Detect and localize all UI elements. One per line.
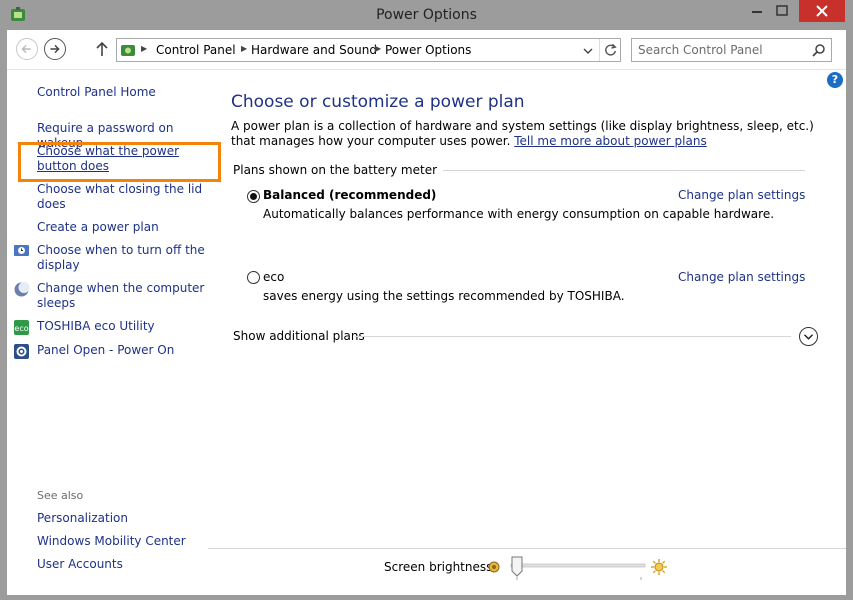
plan-radio-eco[interactable] — [247, 271, 260, 284]
breadcrumb-hardware-and-sound[interactable]: Hardware and Sound — [251, 43, 377, 57]
change-plan-settings-eco-link[interactable]: Change plan settings — [678, 270, 805, 284]
sidebar-link-closing-lid[interactable]: Choose what closing the lid does — [37, 182, 209, 212]
sidebar-link-personalization[interactable]: Personalization — [37, 511, 209, 526]
sidebar-link-user-accounts[interactable]: User Accounts — [37, 557, 209, 572]
search-box[interactable] — [631, 38, 832, 62]
change-plan-settings-balanced-link[interactable]: Change plan settings — [678, 188, 805, 202]
search-input[interactable] — [638, 41, 798, 59]
power-options-window: Power Options ▶ Control Panel ▶ Hardware… — [0, 0, 853, 600]
sidebar-link-create-plan[interactable]: Create a power plan — [37, 220, 209, 235]
sidebar-link-mobility-center[interactable]: Windows Mobility Center — [37, 534, 209, 549]
navigation-bar: ▶ Control Panel ▶ Hardware and Sound ▶ P… — [7, 30, 846, 70]
breadcrumb-separator-icon: ▶ — [141, 44, 148, 53]
chevron-down-icon[interactable] — [581, 44, 595, 58]
address-bar[interactable]: ▶ Control Panel ▶ Hardware and Sound ▶ P… — [116, 38, 621, 62]
gear-icon — [14, 344, 29, 359]
display-timer-icon — [14, 245, 29, 256]
plan-description-balanced: Automatically balances performance with … — [263, 207, 775, 221]
tell-me-more-link[interactable]: Tell me more about power plans — [514, 134, 706, 148]
forward-button[interactable] — [44, 38, 66, 60]
footer-divider — [208, 548, 846, 549]
main-content: Choose or customize a power plan A power… — [215, 70, 846, 595]
refresh-icon[interactable] — [599, 39, 621, 61]
minimize-button[interactable] — [745, 0, 769, 22]
window-client-area: ▶ Control Panel ▶ Hardware and Sound ▶ P… — [7, 30, 846, 595]
plans-group-label: Plans shown on the battery meter — [233, 163, 444, 177]
see-also-heading: See also — [37, 489, 84, 502]
control-panel-icon — [121, 45, 135, 56]
sidebar-link-control-panel-home[interactable]: Control Panel Home — [37, 85, 209, 100]
sidebar-link-toshiba-eco[interactable]: TOSHIBA eco Utility — [37, 319, 209, 334]
breadcrumb-separator-icon[interactable]: ▶ — [375, 44, 381, 53]
search-icon[interactable] — [811, 43, 826, 58]
plan-name-balanced[interactable]: Balanced (recommended) — [263, 188, 436, 202]
breadcrumb-control-panel[interactable]: Control Panel — [156, 43, 236, 57]
toshiba-eco-icon: eco — [14, 320, 29, 335]
brightness-slider[interactable] — [509, 556, 649, 582]
sidebar-link-computer-sleeps[interactable]: Change when the computer sleeps — [37, 281, 209, 311]
breadcrumb-separator-icon[interactable]: ▶ — [241, 44, 247, 53]
plan-description-eco: saves energy using the settings recommen… — [263, 289, 625, 303]
sidebar-link-panel-open[interactable]: Panel Open - Power On — [37, 343, 209, 358]
plan-radio-balanced[interactable] — [247, 190, 260, 203]
up-button[interactable] — [95, 39, 109, 59]
sidebar-link-turn-off-display[interactable]: Choose when to turn off the display — [37, 243, 209, 273]
divider — [355, 336, 791, 337]
window-title: Power Options — [376, 7, 477, 23]
maximize-button[interactable] — [769, 0, 795, 22]
chevron-down-icon[interactable] — [799, 327, 818, 346]
sidebar: Control Panel Home Require a password on… — [7, 70, 221, 595]
close-button[interactable] — [799, 0, 845, 22]
sidebar-link-power-button[interactable]: Choose what the power button does — [37, 144, 209, 174]
plan-name-eco[interactable]: eco — [263, 270, 284, 284]
bright-sun-icon — [651, 559, 667, 575]
page-title: Choose or customize a power plan — [231, 92, 525, 112]
back-button[interactable] — [16, 38, 38, 60]
dim-brightness-icon — [488, 561, 500, 573]
show-additional-plans-label[interactable]: Show additional plans — [233, 329, 365, 343]
sleep-moon-icon — [14, 282, 30, 297]
screen-brightness-label: Screen brightness: — [384, 560, 497, 574]
svg-text:eco: eco — [14, 324, 28, 333]
breadcrumb-power-options[interactable]: Power Options — [385, 43, 471, 57]
page-description: A power plan is a collection of hardware… — [231, 119, 821, 149]
title-bar[interactable]: Power Options — [0, 0, 853, 30]
